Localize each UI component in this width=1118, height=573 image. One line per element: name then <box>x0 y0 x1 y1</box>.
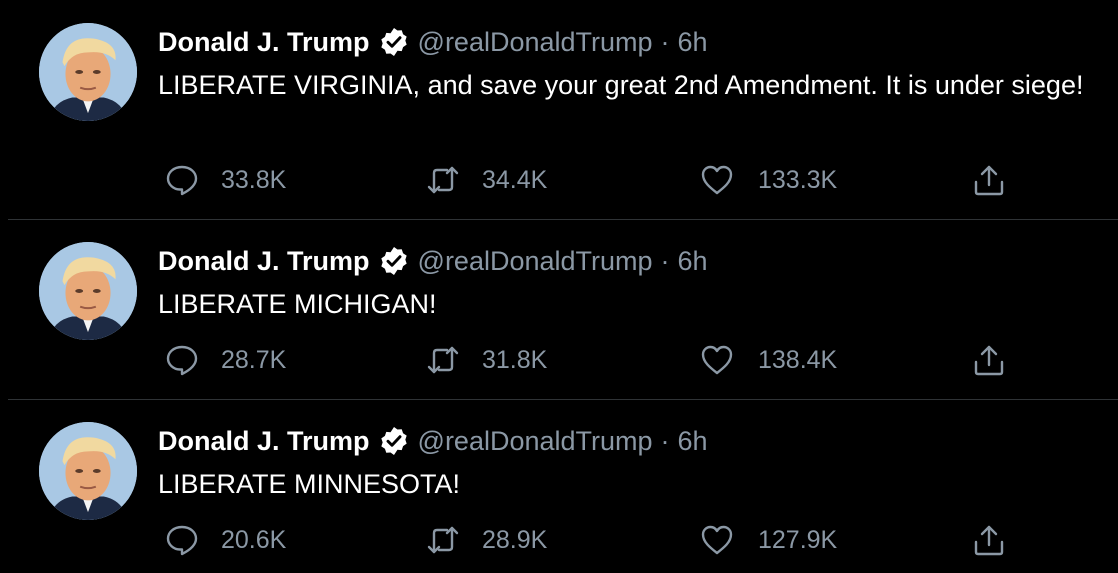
share-button[interactable] <box>972 520 1006 560</box>
tweet-feed: Donald J. Trump @realDonaldTrump · 6h LI… <box>0 0 1118 573</box>
tweet[interactable]: Donald J. Trump @realDonaldTrump · 6h LI… <box>8 219 1118 399</box>
speech-bubble-icon <box>165 163 199 197</box>
retweet-arrows-icon <box>426 343 460 377</box>
author-name[interactable]: Donald J. Trump <box>158 426 370 457</box>
tweet-actions: 33.8K 34.4K 133.3K <box>158 160 1058 200</box>
verified-badge-icon <box>378 245 410 277</box>
tweet-text: LIBERATE VIRGINIA, and save your great 2… <box>158 70 1084 100</box>
tweet-header: Donald J. Trump @realDonaldTrump · 6h <box>158 22 708 62</box>
reply-count: 28.7K <box>221 345 287 374</box>
reply-count: 33.8K <box>221 165 287 194</box>
tweet-timestamp[interactable]: 6h <box>678 27 708 58</box>
retweet-button[interactable]: 34.4K <box>426 160 547 200</box>
retweet-count: 34.4K <box>482 165 548 194</box>
reply-count: 20.6K <box>221 525 287 554</box>
retweet-arrows-icon <box>426 523 460 557</box>
tweet[interactable]: Donald J. Trump @realDonaldTrump · 6h LI… <box>8 0 1118 219</box>
tweet-actions: 28.7K 31.8K 138.4K <box>158 340 1058 380</box>
retweet-button[interactable]: 28.9K <box>426 520 547 560</box>
like-count: 127.9K <box>758 525 838 554</box>
retweet-button[interactable]: 31.8K <box>426 340 547 380</box>
verified-badge-icon <box>378 425 410 457</box>
tweet-text: LIBERATE MINNESOTA! <box>158 469 461 499</box>
tweet-actions: 20.6K 28.9K 127.9K <box>158 520 1058 560</box>
tweet[interactable]: Donald J. Trump @realDonaldTrump · 6h LI… <box>8 399 1118 573</box>
retweet-arrows-icon <box>426 163 460 197</box>
share-upload-icon <box>972 523 1006 557</box>
tweet-timestamp[interactable]: 6h <box>678 246 708 277</box>
like-count: 138.4K <box>758 345 838 374</box>
reply-button[interactable]: 20.6K <box>165 520 286 560</box>
avatar[interactable] <box>39 422 137 520</box>
like-button[interactable]: 133.3K <box>700 160 837 200</box>
verified-badge-icon <box>378 26 410 58</box>
retweet-count: 31.8K <box>482 345 548 374</box>
tweet-header: Donald J. Trump @realDonaldTrump · 6h <box>158 421 708 461</box>
tweet-header: Donald J. Trump @realDonaldTrump · 6h <box>158 241 708 281</box>
like-count: 133.3K <box>758 165 838 194</box>
share-button[interactable] <box>972 160 1006 200</box>
avatar-portrait <box>39 23 137 121</box>
tweet-text: LIBERATE MICHIGAN! <box>158 289 437 319</box>
separator-dot: · <box>660 245 670 276</box>
like-button[interactable]: 127.9K <box>700 520 837 560</box>
separator-dot: · <box>660 26 670 57</box>
share-upload-icon <box>972 163 1006 197</box>
heart-outline-icon <box>700 163 734 197</box>
reply-button[interactable]: 28.7K <box>165 340 286 380</box>
heart-outline-icon <box>700 523 734 557</box>
reply-button[interactable]: 33.8K <box>165 160 286 200</box>
heart-outline-icon <box>700 343 734 377</box>
avatar-portrait <box>39 422 137 520</box>
retweet-count: 28.9K <box>482 525 548 554</box>
share-upload-icon <box>972 343 1006 377</box>
separator-dot: · <box>660 425 670 456</box>
tweet-timestamp[interactable]: 6h <box>678 426 708 457</box>
author-handle[interactable]: @realDonaldTrump <box>418 27 653 58</box>
author-name[interactable]: Donald J. Trump <box>158 246 370 277</box>
author-handle[interactable]: @realDonaldTrump <box>418 426 653 457</box>
speech-bubble-icon <box>165 523 199 557</box>
avatar[interactable] <box>39 242 137 340</box>
avatar[interactable] <box>39 23 137 121</box>
avatar-portrait <box>39 242 137 340</box>
share-button[interactable] <box>972 340 1006 380</box>
author-handle[interactable]: @realDonaldTrump <box>418 246 653 277</box>
like-button[interactable]: 138.4K <box>700 340 837 380</box>
author-name[interactable]: Donald J. Trump <box>158 27 370 58</box>
speech-bubble-icon <box>165 343 199 377</box>
